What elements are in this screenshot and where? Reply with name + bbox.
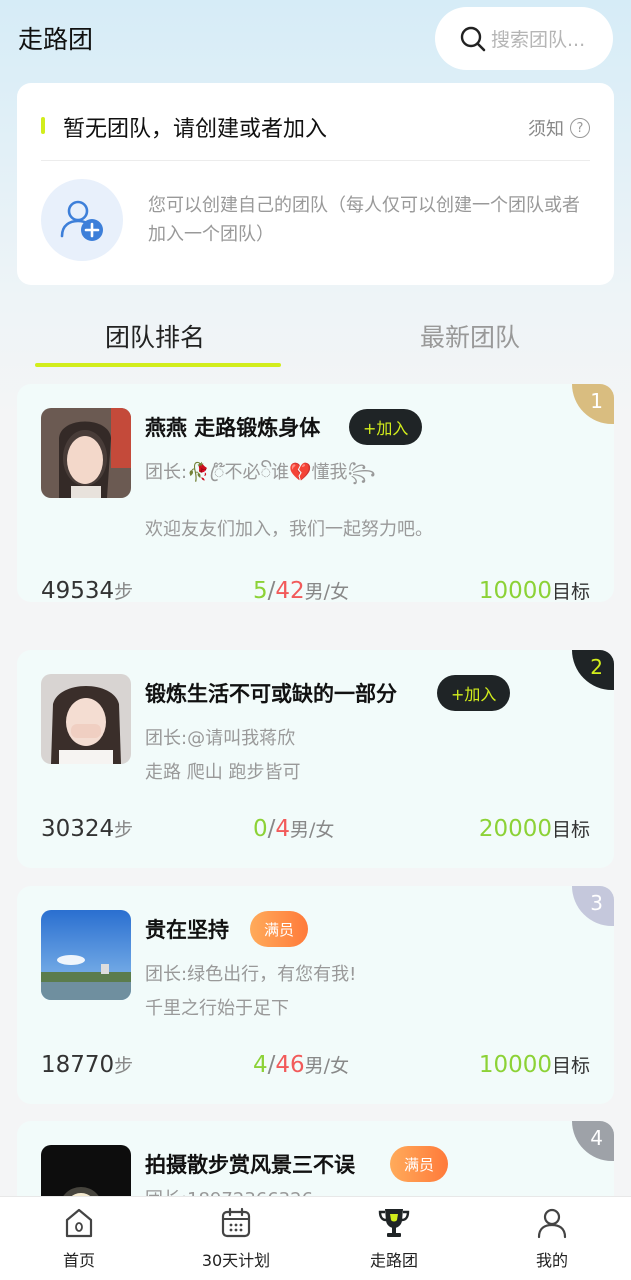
active-tab-indicator — [35, 363, 281, 367]
tab-team-ranking[interactable]: 团队排名 — [105, 318, 205, 354]
team-stats: 18770步 4/46男/女 10000目标 — [41, 1051, 590, 1081]
team-stats: 30324步 0/4男/女 20000目标 — [41, 815, 590, 845]
bottom-nav: 首页 30天计划 走路团 我的 — [0, 1196, 631, 1280]
team-steps: 18770步 — [41, 1052, 134, 1078]
team-avatar — [41, 910, 131, 1000]
nav-label: 走路团 — [369, 1251, 418, 1270]
team-motto: 走路 爬山 跑步皆可 — [145, 762, 301, 783]
team-steps: 30324步 — [41, 816, 134, 842]
profile-icon — [534, 1205, 570, 1241]
join-button[interactable]: +加入 — [349, 409, 423, 445]
team-name: 贵在坚持 — [145, 918, 229, 942]
section-accent-bar — [41, 117, 45, 134]
team-name: 拍摄散步赏风景三不误 — [145, 1153, 355, 1177]
trophy-icon — [376, 1205, 412, 1241]
header: 走路团 搜索团队... — [0, 0, 631, 80]
no-team-card: 暂无团队，请创建或者加入 须知 ? 您可以创建自己的团队（每人仅可以创建一个团队… — [17, 83, 614, 285]
question-circle-icon: ? — [570, 118, 590, 138]
page-title: 走路团 — [18, 25, 94, 54]
rank-badge: 4 — [572, 1121, 614, 1161]
team-gender-ratio: 5/42男/女 — [253, 578, 350, 602]
add-user-icon — [60, 200, 103, 241]
join-button[interactable]: +加入 — [437, 675, 511, 711]
search-input[interactable]: 搜索团队... — [435, 7, 613, 70]
team-avatar — [41, 674, 131, 764]
rank-badge: 1 — [572, 384, 614, 424]
team-goal: 10000目标 — [478, 1052, 590, 1078]
nav-mine[interactable]: 我的 — [492, 1197, 612, 1280]
notice-button[interactable]: 须知 ? — [528, 115, 590, 141]
team-stats: 49534步 5/42男/女 10000目标 — [41, 577, 590, 602]
rank-badge: 2 — [572, 650, 614, 690]
team-name: 锻炼生活不可或缺的一部分 — [145, 682, 397, 706]
team-leader: 团长:绿色出行，有您有我! — [145, 964, 357, 985]
team-card[interactable]: 1 燕燕 走路锻炼身体 +加入 团长:🥀ꦿ໊不必ꦼ谁💔懂我꧂ 欢迎友友们加入，我… — [17, 384, 614, 602]
team-gender-ratio: 0/4男/女 — [253, 816, 335, 842]
team-leader: 团长:🥀ꦿ໊不必ꦼ谁💔懂我꧂ — [145, 462, 376, 483]
nav-walking-group[interactable]: 走路团 — [334, 1197, 454, 1280]
team-card[interactable]: 2 锻炼生活不可或缺的一部分 +加入 团长:@请叫我蒋欣 走路 爬山 跑步皆可 … — [17, 650, 614, 868]
rank-badge: 3 — [572, 886, 614, 926]
tab-bar: 团队排名 最新团队 — [0, 300, 631, 370]
no-team-description: 您可以创建自己的团队（每人仅可以创建一个团队或者加入一个团队） — [148, 195, 580, 245]
nav-label: 首页 — [62, 1251, 95, 1270]
full-badge: 满员 — [390, 1146, 449, 1182]
team-card[interactable]: 3 贵在坚持 满员 团长:绿色出行，有您有我! 千里之行始于足下 18770步 … — [17, 886, 614, 1104]
calendar-icon — [218, 1205, 254, 1241]
team-goal: 20000目标 — [478, 816, 590, 842]
team-goal: 10000目标 — [478, 578, 590, 602]
home-icon — [61, 1205, 97, 1241]
search-placeholder: 搜索团队... — [491, 29, 586, 51]
notice-label: 须知 — [528, 119, 564, 140]
create-team-button[interactable] — [41, 179, 123, 261]
team-gender-ratio: 4/46男/女 — [253, 1052, 350, 1078]
team-steps: 49534步 — [41, 578, 134, 602]
nav-label: 30天计划 — [201, 1251, 271, 1270]
team-motto: 欢迎友友们加入，我们一起努力吧。 — [145, 519, 433, 540]
nav-30-day-plan[interactable]: 30天计划 — [176, 1197, 296, 1280]
team-leader: 团长:@请叫我蒋欣 — [145, 728, 296, 749]
full-badge: 满员 — [250, 911, 309, 947]
team-name: 燕燕 走路锻炼身体 — [145, 416, 321, 440]
no-team-title: 暂无团队，请创建或者加入 — [63, 117, 328, 142]
nav-label: 我的 — [535, 1251, 568, 1270]
nav-home[interactable]: 首页 — [19, 1197, 139, 1280]
tab-latest-teams[interactable]: 最新团队 — [420, 318, 520, 354]
team-avatar — [41, 408, 131, 498]
divider — [41, 160, 590, 161]
search-icon — [460, 26, 486, 51]
team-motto: 千里之行始于足下 — [145, 998, 289, 1019]
